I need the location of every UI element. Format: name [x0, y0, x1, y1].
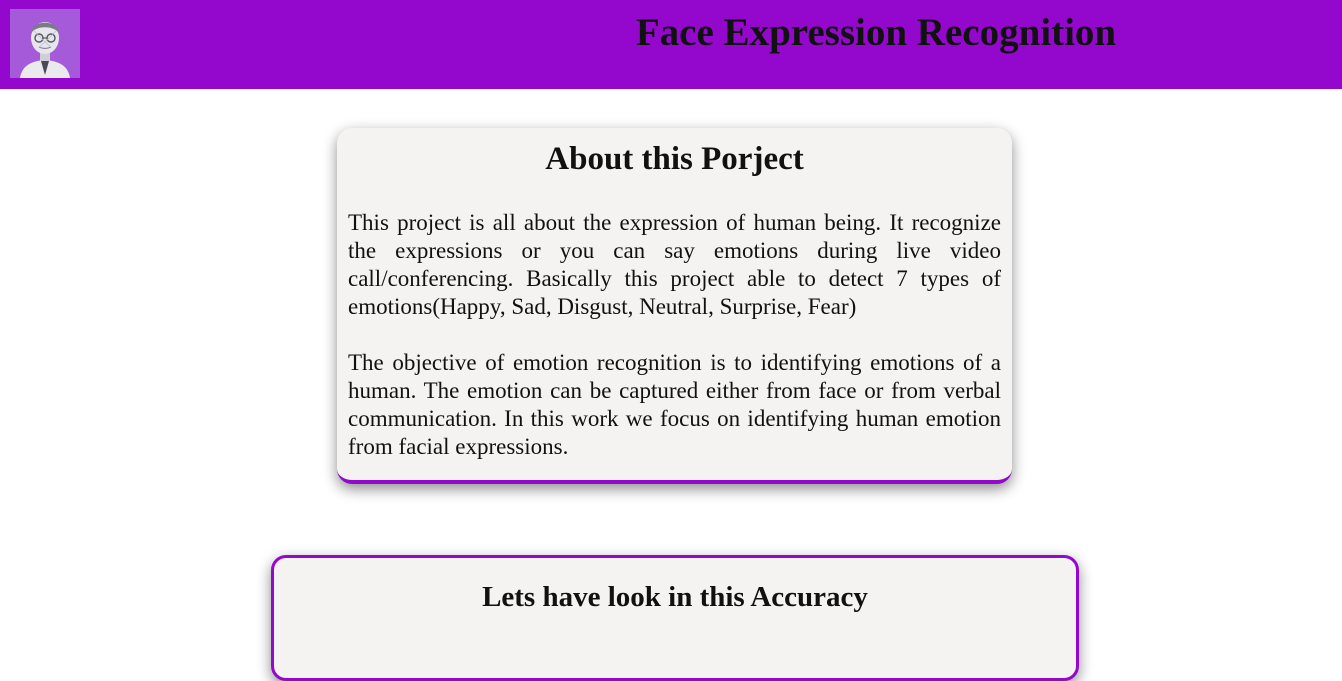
accuracy-heading: Lets have look in this Accuracy — [482, 581, 868, 613]
face-avatar-icon[interactable] — [10, 9, 80, 78]
accuracy-card: Lets have look in this Accuracy — [271, 555, 1079, 681]
site-header: Face Expression Recognition — [0, 0, 1342, 89]
about-heading: About this Porject — [545, 141, 804, 177]
about-paragraph-1: This project is all about the expression… — [348, 210, 1001, 319]
about-card: About this Porject This project is all a… — [337, 128, 1012, 484]
about-paragraph-2: The objective of emotion recognition is … — [348, 350, 1001, 459]
site-title: Face Expression Recognition — [635, 11, 1117, 54]
